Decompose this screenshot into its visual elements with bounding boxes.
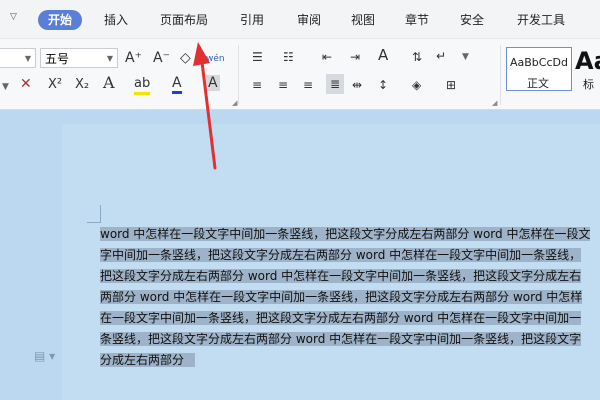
arrow-head	[193, 42, 210, 66]
annotation-arrow	[193, 42, 217, 170]
arrow-shaft	[200, 60, 217, 170]
